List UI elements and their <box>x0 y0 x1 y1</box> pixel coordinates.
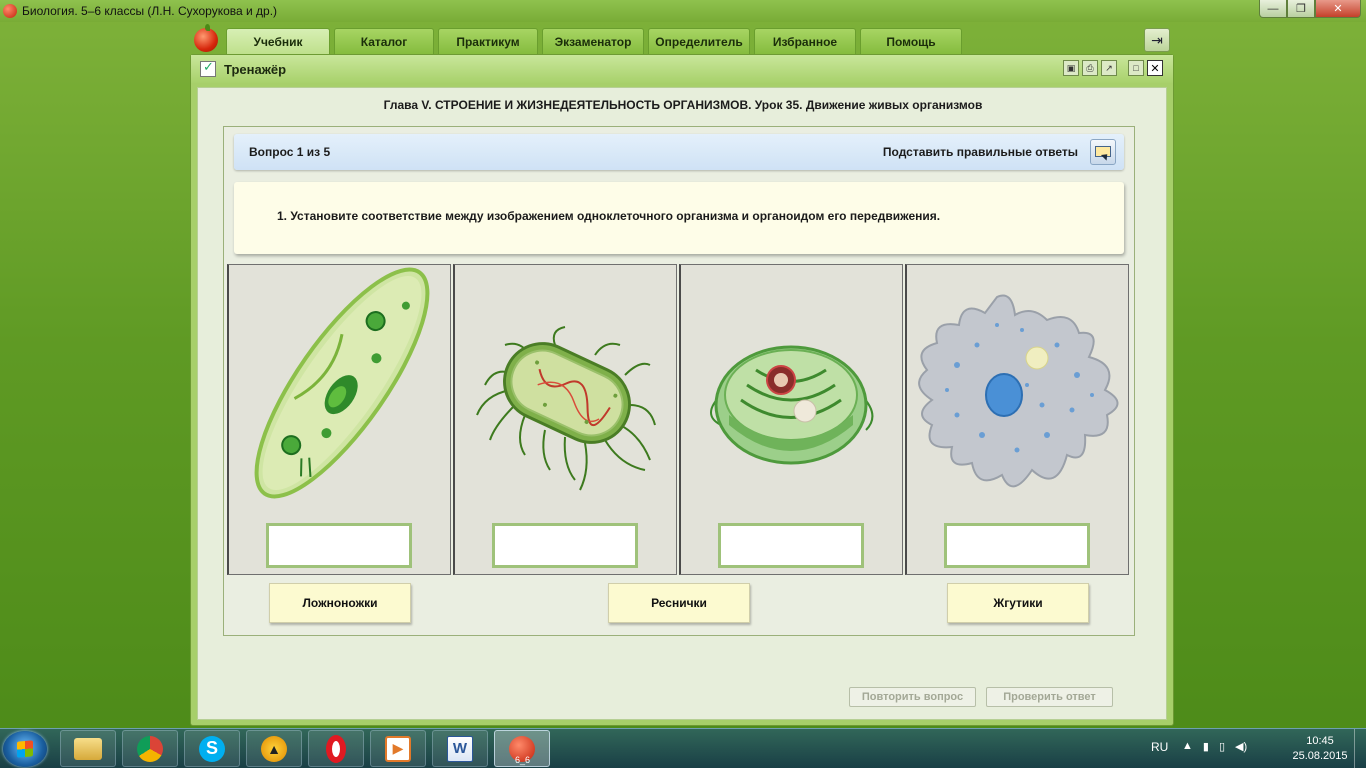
taskbar-aimp[interactable]: ▲ <box>246 730 302 767</box>
window-titlebar: Биология. 5–6 классы (Л.Н. Сухорукова и … <box>0 0 1366 22</box>
app-apple-icon <box>3 4 17 18</box>
export-icon[interactable]: ↗ <box>1101 60 1117 76</box>
drop-zone-1[interactable] <box>266 523 412 568</box>
answer-pseudopodia[interactable]: Ложноножки <box>269 583 411 623</box>
panel-toolbar: ▣ ⎙ ↗ □ ✕ <box>1063 60 1163 76</box>
panel-title: Тренажёр <box>224 61 287 77</box>
repeat-question-button[interactable]: Повторить вопрос <box>849 687 976 707</box>
taskbar-word[interactable]: W <box>432 730 488 767</box>
battery-icon[interactable]: ▯ <box>1219 740 1225 753</box>
skype-icon: S <box>199 735 225 762</box>
chapter-heading: Глава V. СТРОЕНИЕ И ЖИЗНЕДЕЯТЕЛЬНОСТЬ ОР… <box>383 98 983 112</box>
main-tabs: Учебник Каталог Практикум Экзаменатор Оп… <box>226 28 962 54</box>
panel-header: Тренажёр ▣ ⎙ ↗ □ ✕ <box>191 55 1173 83</box>
chrome-icon <box>137 735 163 762</box>
organism-card-3 <box>679 264 903 575</box>
question-counter: Вопрос 1 из 5 <box>249 145 331 159</box>
print-icon[interactable]: ⎙ <box>1082 60 1098 76</box>
exercise-area: Вопрос 1 из 5 Подставить правильные отве… <box>223 126 1135 636</box>
taskbar: S ▲ ▶ W 6_6 RU ▲ ▮ ▯ ◀) 10:45 25.08.2015 <box>0 728 1366 768</box>
drop-zone-2[interactable] <box>492 523 638 568</box>
trainer-panel: Тренажёр ▣ ⎙ ↗ □ ✕ Глава V. СТРОЕНИЕ И Ж… <box>190 54 1174 726</box>
close-button[interactable]: ✕ <box>1315 0 1361 18</box>
taskbar-media[interactable]: ▶ <box>370 730 426 767</box>
organism-card-1 <box>227 264 451 575</box>
tab-katalog[interactable]: Каталог <box>334 28 434 54</box>
apple-logo-icon <box>194 24 218 52</box>
organism-cards <box>227 264 1131 575</box>
word-icon: W <box>447 735 473 762</box>
question-bar: Вопрос 1 из 5 Подставить правильные отве… <box>234 134 1124 170</box>
question-box: 1. Установите соответствие между изображ… <box>234 182 1124 254</box>
exit-door-icon: ⇥ <box>1151 31 1163 48</box>
system-tray: ▲ ▮ ▯ ◀) <box>1182 740 1247 753</box>
tab-izbrannoe[interactable]: Избранное <box>754 28 856 54</box>
explorer-icon <box>74 737 102 760</box>
answer-flagella[interactable]: Жгутики <box>947 583 1089 623</box>
media-icon: ▶ <box>385 735 411 762</box>
panel-close-button[interactable]: ✕ <box>1147 60 1163 76</box>
checklist-icon <box>200 59 216 77</box>
drop-zone-4[interactable] <box>944 523 1090 568</box>
maximize-button[interactable]: ❐ <box>1287 0 1315 18</box>
taskbar-opera[interactable] <box>308 730 364 767</box>
aimp-icon: ▲ <box>261 735 287 762</box>
organism-card-2 <box>453 264 677 575</box>
window-title: Биология. 5–6 классы (Л.Н. Сухорукова и … <box>22 4 278 18</box>
window-controls: — ❐ ✕ <box>1259 0 1361 18</box>
start-button[interactable] <box>3 731 47 767</box>
language-indicator[interactable]: RU <box>1151 740 1168 754</box>
save-icon[interactable]: ▣ <box>1063 60 1079 76</box>
tab-opredelitel[interactable]: Определитель <box>648 28 750 54</box>
taskbar-chrome[interactable] <box>122 730 178 767</box>
tab-ekzamenator[interactable]: Экзаменатор <box>542 28 644 54</box>
taskbar-skype[interactable]: S <box>184 730 240 767</box>
volume-icon[interactable]: ◀) <box>1235 740 1247 753</box>
panel-body: Глава V. СТРОЕНИЕ И ЖИЗНЕДЕЯТЕЛЬНОСТЬ ОР… <box>197 87 1167 720</box>
answer-cilia[interactable]: Реснички <box>608 583 750 623</box>
network-icon[interactable]: ▮ <box>1203 740 1209 753</box>
answer-options: Ложноножки Реснички Жгутики <box>224 583 1136 627</box>
tab-praktikum[interactable]: Практикум <box>438 28 538 54</box>
show-desktop-button[interactable] <box>1354 729 1366 768</box>
tab-uchebnik[interactable]: Учебник <box>226 28 330 54</box>
fill-answers-button[interactable] <box>1090 139 1116 165</box>
panel-maximize-button[interactable]: □ <box>1128 60 1144 76</box>
question-text: 1. Установите соответствие между изображ… <box>277 209 941 223</box>
exit-button[interactable]: ⇥ <box>1144 28 1170 52</box>
tab-pomoshch[interactable]: Помощь <box>860 28 962 54</box>
minimize-button[interactable]: — <box>1259 0 1287 18</box>
taskbar-app-label: 6_6 <box>515 755 531 765</box>
clock[interactable]: 10:45 25.08.2015 <box>1290 734 1350 764</box>
clock-time: 10:45 <box>1306 735 1334 747</box>
clock-date: 25.08.2015 <box>1292 750 1348 762</box>
opera-icon <box>326 734 346 763</box>
check-answer-button[interactable]: Проверить ответ <box>986 687 1113 707</box>
tray-expand-icon[interactable]: ▲ <box>1182 740 1193 753</box>
organism-card-4 <box>905 264 1129 575</box>
drop-zone-3[interactable] <box>718 523 864 568</box>
taskbar-explorer[interactable] <box>60 730 116 767</box>
taskbar-biology-app[interactable]: 6_6 <box>494 730 550 767</box>
fill-answers-label: Подставить правильные ответы <box>882 145 1078 159</box>
